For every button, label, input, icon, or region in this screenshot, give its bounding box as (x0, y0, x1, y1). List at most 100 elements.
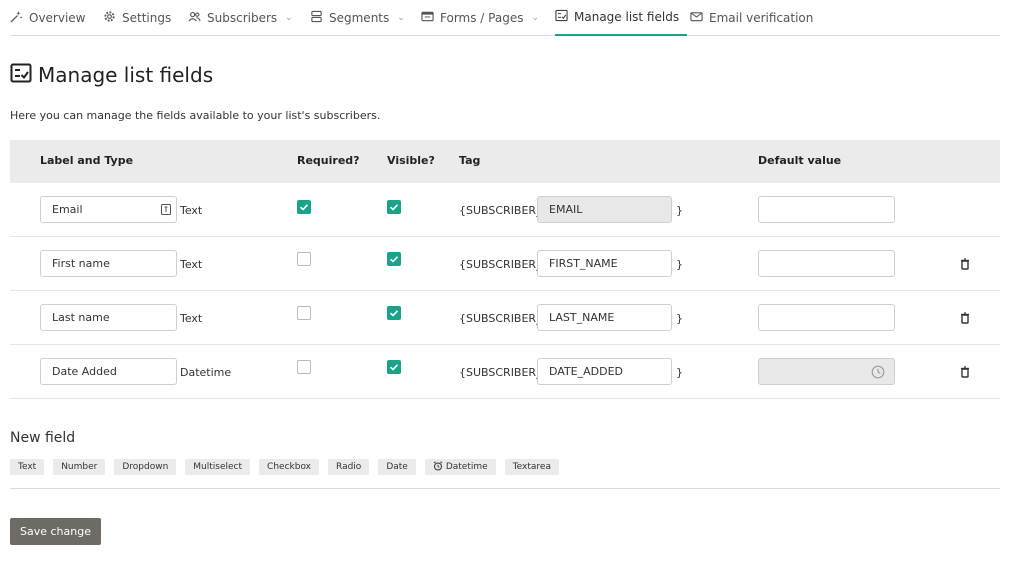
form-icon (421, 10, 434, 26)
tab-settings[interactable]: Settings (103, 0, 171, 36)
tab-label: Settings (122, 11, 172, 25)
chip-label: Date (386, 462, 408, 472)
table-row: Last name Text {SUBSCRIBER_ LAST_NAME } (10, 291, 1000, 345)
header-visible: Visible? (387, 154, 435, 167)
chip-label: Radio (336, 462, 362, 472)
field-type: Text (180, 312, 203, 325)
label-input[interactable]: Email (40, 196, 177, 223)
label-input[interactable]: First name (40, 250, 177, 277)
chip-label: Datetime (445, 462, 488, 472)
tab-label: Segments (329, 11, 390, 25)
tag-suffix: } (676, 258, 683, 271)
tag-value: DATE_ADDED (549, 365, 624, 378)
tab-label: Manage list fields (574, 10, 680, 24)
visible-checkbox[interactable] (387, 360, 401, 374)
trash-icon[interactable] (959, 366, 971, 378)
chip-label: Multiselect (193, 462, 243, 472)
required-checkbox[interactable] (297, 200, 311, 214)
chevron-down-icon: ⌄ (531, 13, 540, 23)
section-divider (10, 488, 1000, 489)
tab-subscribers[interactable]: Subscribers ⌄ (188, 0, 293, 36)
checklist-icon (555, 9, 568, 25)
header-label-type: Label and Type (40, 154, 134, 167)
label-value: Last name (52, 311, 110, 324)
gear-icon (103, 10, 116, 26)
tag-prefix: {SUBSCRIBER_ (459, 312, 542, 325)
users-icon (188, 10, 201, 26)
tab-email-verification[interactable]: Email verification (690, 0, 813, 36)
add-textarea-field-button[interactable]: Textarea (504, 459, 559, 475)
tag-input[interactable]: DATE_ADDED (537, 358, 672, 385)
add-datetime-field-button[interactable]: Datetime (424, 459, 496, 475)
field-type: Text (180, 204, 203, 217)
add-multiselect-field-button[interactable]: Multiselect (185, 459, 251, 475)
label-value: Date Added (52, 365, 117, 378)
tab-bar: Overview Settings Subscribers ⌄ Segments… (10, 0, 1000, 36)
add-checkbox-field-button[interactable]: Checkbox (259, 459, 320, 475)
field-type: Datetime (180, 366, 232, 379)
header-required: Required? (297, 154, 360, 167)
add-text-field-button[interactable]: Text (10, 459, 45, 475)
page-heading: Manage list fields (10, 62, 213, 87)
tag-prefix: {SUBSCRIBER_ (459, 258, 542, 271)
tag-suffix: } (676, 366, 683, 379)
save-change-button[interactable]: Save change (10, 518, 101, 545)
page-title: Manage list fields (38, 62, 214, 87)
trash-icon[interactable] (959, 312, 971, 324)
default-value-input[interactable] (758, 196, 895, 223)
table-row: Email Text {SUBSCRIBER_ EMAIL } (10, 183, 1000, 237)
chip-label: Checkbox (267, 462, 312, 472)
tag-prefix: {SUBSCRIBER_ (459, 366, 542, 379)
trash-icon[interactable] (959, 258, 971, 270)
tab-manage-list-fields[interactable]: Manage list fields (555, 0, 688, 36)
table-row: First name Text {SUBSCRIBER_ FIRST_NAME … (10, 237, 1000, 291)
field-type: Text (180, 258, 203, 271)
visible-checkbox[interactable] (387, 252, 401, 266)
tab-forms-pages[interactable]: Forms / Pages ⌄ (421, 0, 539, 36)
tag-input[interactable]: FIRST_NAME (537, 250, 672, 277)
tag-value: FIRST_NAME (549, 257, 618, 270)
fields-table: Label and Type Required? Visible? Tag De… (10, 140, 1000, 399)
visible-checkbox[interactable] (387, 306, 401, 320)
label-value: Email (52, 203, 83, 216)
tab-label: Subscribers (207, 11, 278, 25)
add-date-field-button[interactable]: Date (378, 459, 416, 475)
tag-input[interactable]: LAST_NAME (537, 304, 672, 331)
segments-icon (310, 10, 323, 26)
tag-value: LAST_NAME (549, 311, 615, 324)
clock-icon (871, 365, 885, 382)
envelope-check-icon (690, 10, 703, 26)
new-field-types: Text Number Dropdown Multiselect Checkbo… (10, 459, 559, 475)
text-field-icon (161, 204, 171, 218)
chip-label: Dropdown (122, 462, 169, 472)
required-checkbox[interactable] (297, 360, 311, 374)
tag-value: EMAIL (549, 203, 583, 216)
visible-checkbox[interactable] (387, 200, 401, 214)
chip-label: Number (61, 462, 98, 472)
tab-segments[interactable]: Segments ⌄ (310, 0, 405, 36)
label-input[interactable]: Date Added (40, 358, 177, 385)
tab-label: Forms / Pages (440, 11, 524, 25)
add-dropdown-field-button[interactable]: Dropdown (114, 459, 177, 475)
table-row: Date Added Datetime {SUBSCRIBER_ DATE_AD… (10, 345, 1000, 399)
label-input[interactable]: Last name (40, 304, 177, 331)
chip-label: Text (18, 462, 37, 472)
header-default-value: Default value (758, 154, 842, 167)
default-value-input[interactable] (758, 358, 895, 385)
page-intro: Here you can manage the fields available… (10, 109, 381, 122)
required-checkbox[interactable] (297, 252, 311, 266)
tag-suffix: } (676, 312, 683, 325)
new-field-heading: New field (10, 430, 76, 446)
required-checkbox[interactable] (297, 306, 311, 320)
add-radio-field-button[interactable]: Radio (328, 459, 370, 475)
default-value-input[interactable] (758, 250, 895, 277)
tab-overview[interactable]: Overview (10, 0, 86, 36)
table-header: Label and Type Required? Visible? Tag De… (10, 140, 1000, 183)
checklist-icon (10, 62, 32, 87)
add-number-field-button[interactable]: Number (53, 459, 106, 475)
default-value-input[interactable] (758, 304, 895, 331)
tag-prefix: {SUBSCRIBER_ (459, 204, 542, 217)
chevron-down-icon: ⌄ (397, 13, 405, 23)
alarm-clock-icon (433, 460, 443, 474)
tag-input[interactable]: EMAIL (537, 196, 672, 223)
